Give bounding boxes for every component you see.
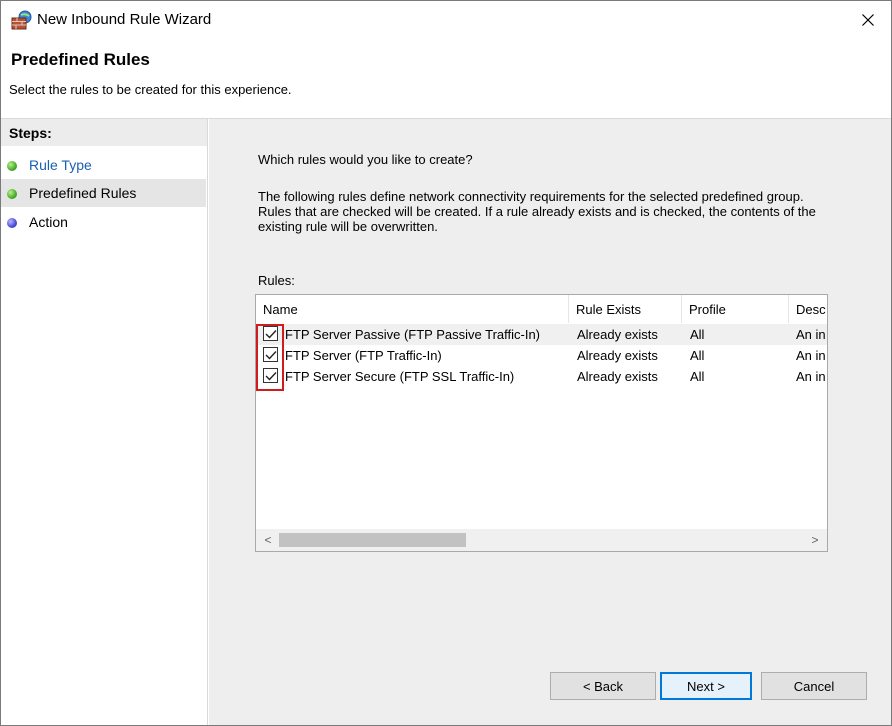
checkmark-icon: [265, 350, 277, 360]
table-row[interactable]: FTP Server Passive (FTP Passive Traffic-…: [256, 324, 827, 345]
rule-profile: All: [690, 369, 705, 384]
checkmark-icon: [265, 371, 277, 381]
rule-description: An in: [796, 348, 826, 363]
step-label: Predefined Rules: [29, 185, 137, 201]
wizard-window: New Inbound Rule Wizard Predefined Rules…: [0, 0, 892, 726]
rule-name: FTP Server Secure (FTP SSL Traffic-In): [285, 369, 515, 384]
table-row[interactable]: FTP Server Secure (FTP SSL Traffic-In) A…: [256, 366, 827, 387]
steps-title: Steps:: [9, 125, 52, 141]
step-predefined-rules: Predefined Rules: [1, 179, 206, 207]
rule-checkbox[interactable]: [263, 326, 278, 341]
table-row[interactable]: FTP Server (FTP Traffic-In) Already exis…: [256, 345, 827, 366]
rule-name: FTP Server Passive (FTP Passive Traffic-…: [285, 327, 541, 342]
wizard-header: Predefined Rules Select the rules to be …: [1, 39, 891, 119]
steps-header: Steps:: [1, 119, 207, 146]
rule-name: FTP Server (FTP Traffic-In): [285, 348, 442, 363]
scroll-right-button[interactable]: >: [805, 529, 825, 551]
close-icon: [862, 14, 874, 26]
column-header-name[interactable]: Name: [256, 295, 569, 323]
page-title: Predefined Rules: [11, 50, 150, 69]
content-pane: Which rules would you like to create? Th…: [209, 119, 891, 725]
next-button[interactable]: Next >: [660, 672, 752, 700]
rule-exists: Already exists: [577, 348, 658, 363]
firewall-brick-globe-icon: [11, 10, 33, 30]
step-label: Rule Type: [29, 157, 92, 173]
rule-checkbox[interactable]: [263, 347, 278, 362]
back-button[interactable]: < Back: [550, 672, 656, 700]
cancel-button[interactable]: Cancel: [761, 672, 867, 700]
step-label: Action: [29, 214, 68, 230]
column-header-rule-exists[interactable]: Rule Exists: [569, 295, 682, 323]
step-complete-dot-icon: [7, 161, 17, 171]
description-text: The following rules define network conne…: [258, 189, 816, 234]
rule-profile: All: [690, 327, 705, 342]
column-header-description[interactable]: Desc: [789, 295, 827, 323]
step-current-dot-icon: [7, 189, 17, 199]
rule-checkbox[interactable]: [263, 368, 278, 383]
step-pending-dot-icon: [7, 218, 17, 228]
rule-profile: All: [690, 348, 705, 363]
rule-exists: Already exists: [577, 369, 658, 384]
rules-list[interactable]: Name Rule Exists Profile Desc FTP Server…: [255, 294, 828, 552]
scroll-left-button[interactable]: <: [258, 529, 278, 551]
scroll-thumb[interactable]: [279, 533, 466, 547]
page-subtitle: Select the rules to be created for this …: [9, 82, 292, 97]
rule-exists: Already exists: [577, 327, 658, 342]
rule-description: An in: [796, 369, 826, 384]
steps-pane: Steps: Rule Type Predefined Rules Action: [1, 119, 208, 725]
checkmark-icon: [265, 329, 277, 339]
list-header: Name Rule Exists Profile Desc: [256, 295, 827, 323]
close-button[interactable]: [845, 1, 891, 39]
window-title: New Inbound Rule Wizard: [37, 11, 212, 28]
rule-description: An in: [796, 327, 826, 342]
column-header-profile[interactable]: Profile: [682, 295, 789, 323]
title-bar: New Inbound Rule Wizard: [1, 1, 891, 39]
step-rule-type[interactable]: Rule Type: [1, 151, 206, 179]
step-action: Action: [1, 208, 206, 236]
rules-label: Rules:: [258, 273, 295, 288]
question-text: Which rules would you like to create?: [258, 152, 473, 167]
horizontal-scrollbar[interactable]: < >: [256, 529, 827, 551]
